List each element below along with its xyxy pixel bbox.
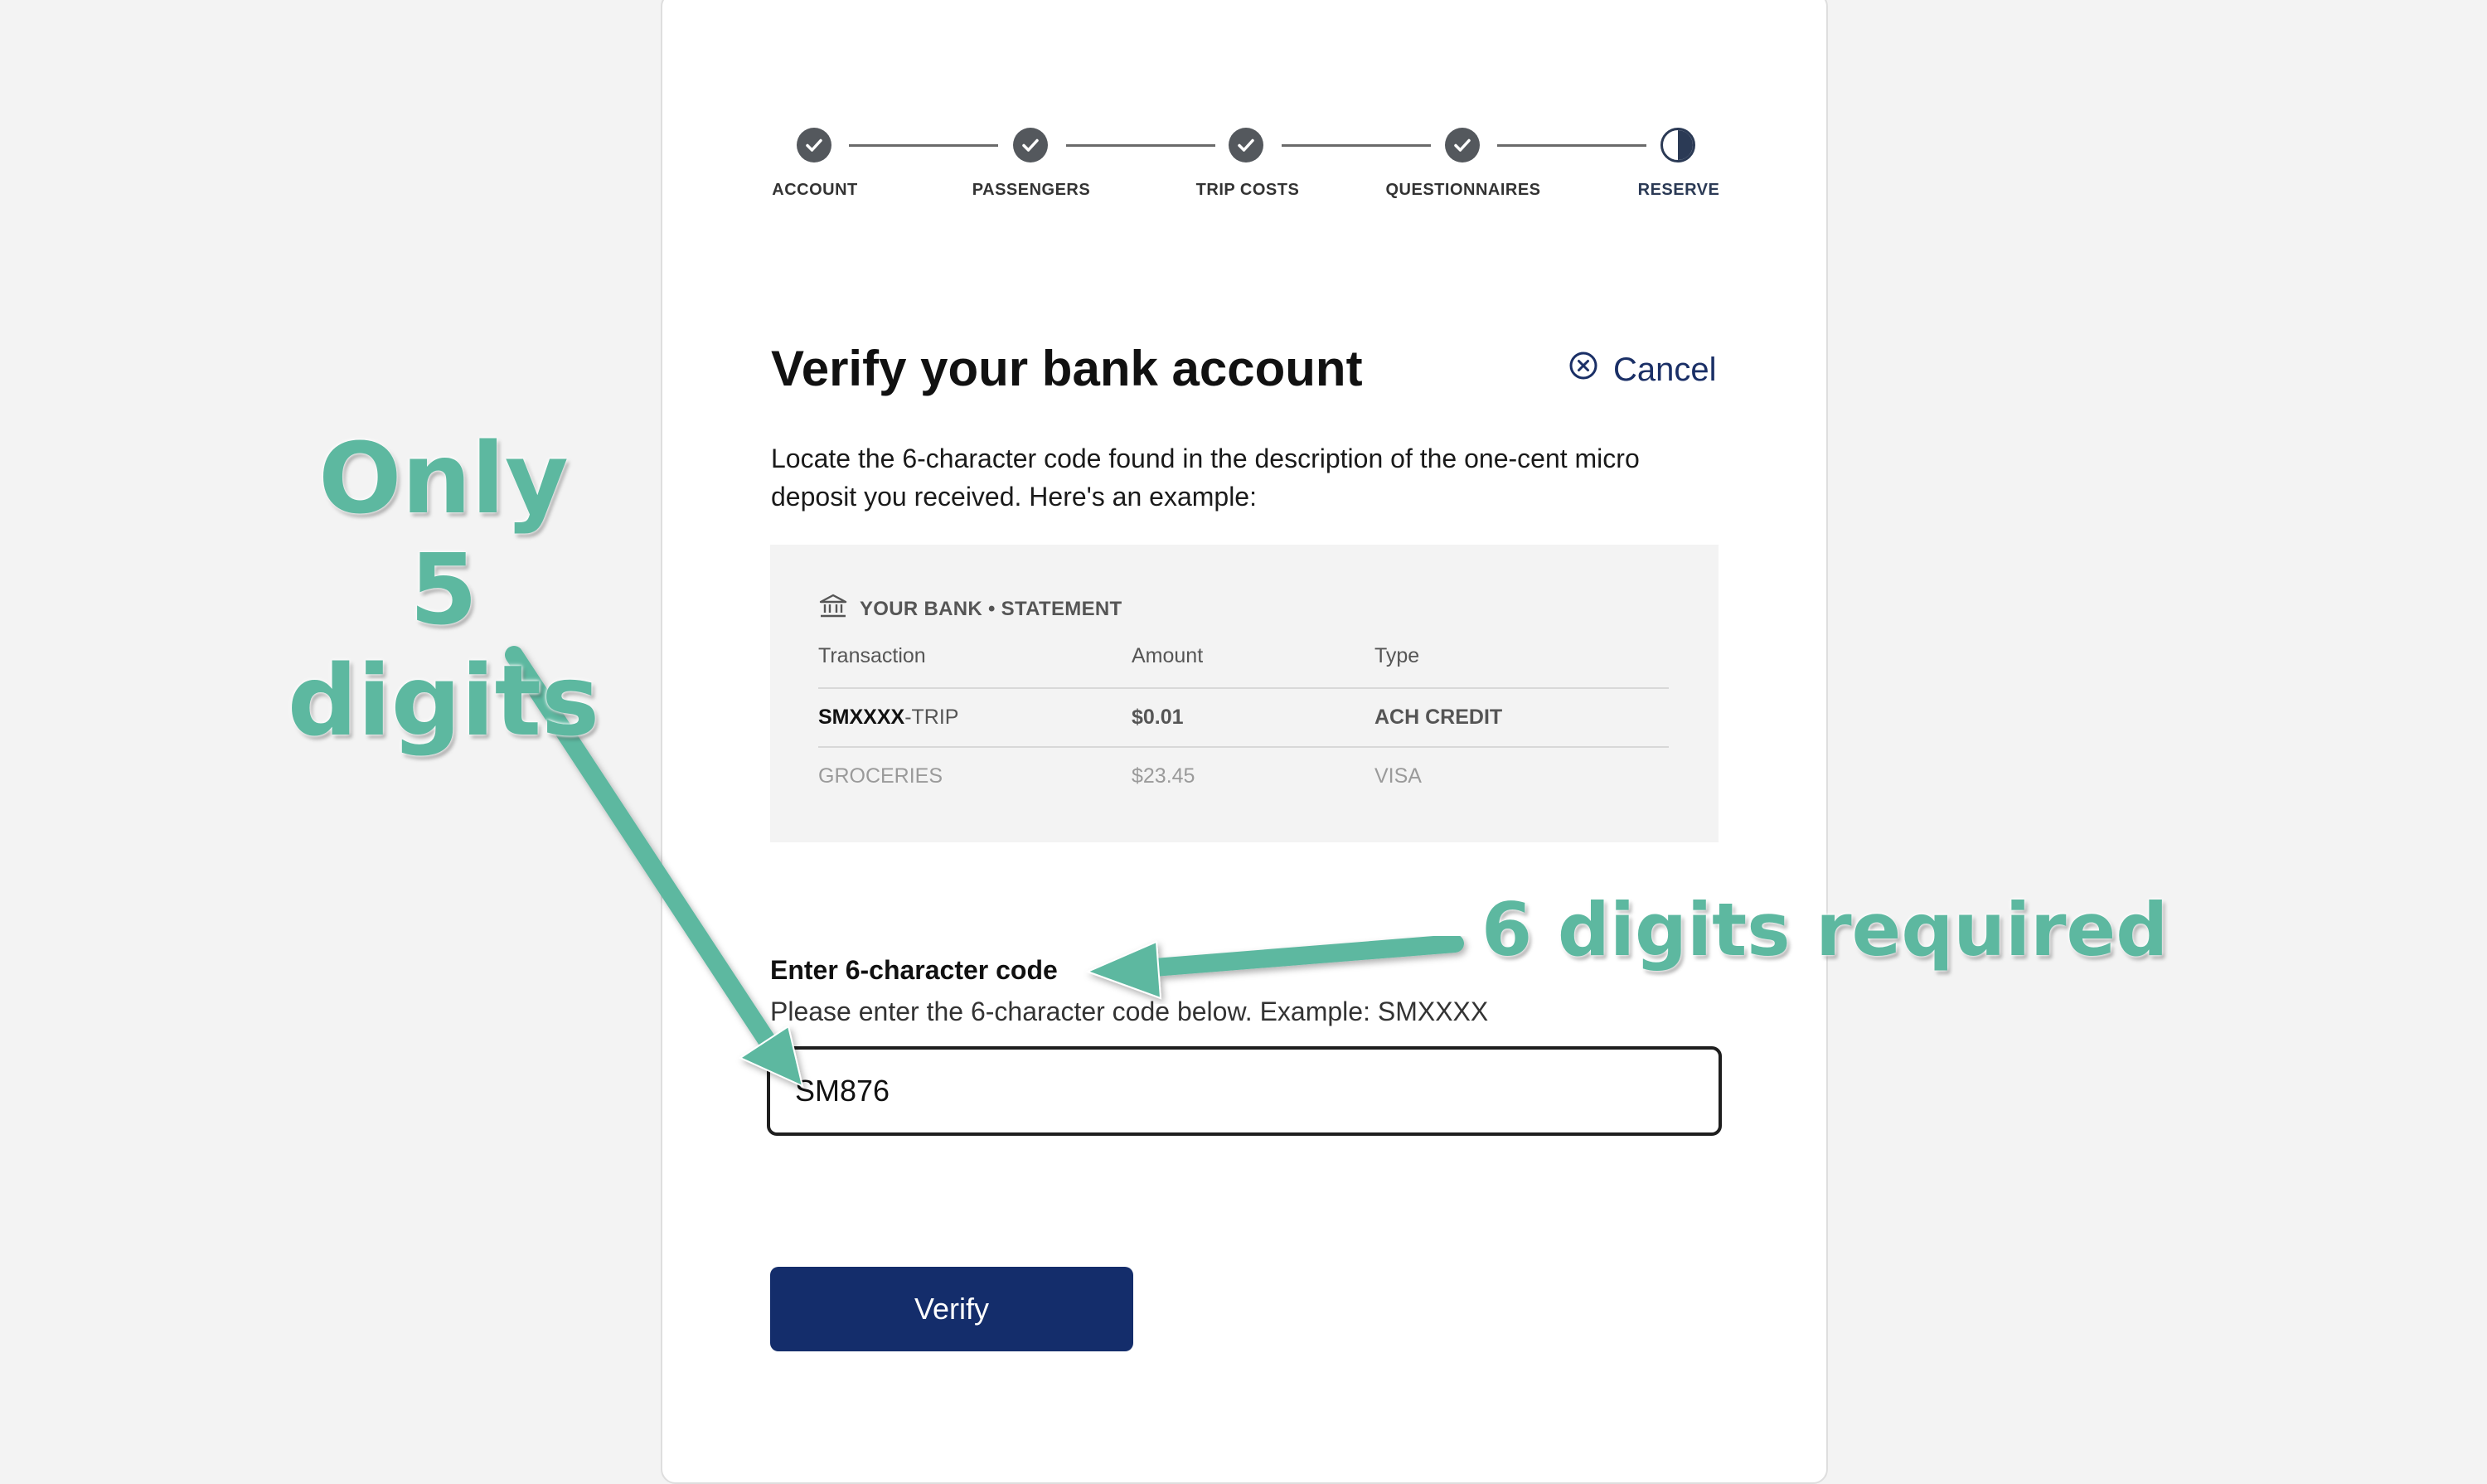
intro-text: Locate the 6-character code found in the… bbox=[771, 444, 1640, 512]
annotation-line-2: 5 digits bbox=[287, 532, 600, 758]
annotation-line-1: Only bbox=[318, 421, 569, 536]
type-cell: VISA bbox=[1374, 764, 1422, 788]
cancel-link[interactable]: Cancel bbox=[1568, 351, 1717, 389]
code-field-label: Enter 6-character code bbox=[770, 955, 1058, 985]
statement-heading-text: YOUR BANK • STATEMENT bbox=[860, 597, 1122, 620]
code-input[interactable] bbox=[767, 1046, 1722, 1136]
table-row: SMXXXX-TRIP $0.01 ACH CREDIT bbox=[818, 687, 1669, 746]
step-label-trip-costs: TRIP COSTS bbox=[1195, 181, 1300, 199]
progress-stepper: ACCOUNT PASSENGERS TRIP COSTS QUESTIONNA… bbox=[0, 0, 2487, 216]
table-header-row: Transaction Amount Type bbox=[818, 639, 1669, 687]
step-label-passengers: PASSENGERS bbox=[972, 181, 1091, 199]
step-label-reserve: RESERVE bbox=[1637, 181, 1720, 199]
bank-icon bbox=[818, 594, 848, 624]
example-statement: YOUR BANK • STATEMENT Transaction Amount… bbox=[770, 545, 1719, 842]
code-field-help: Please enter the 6-character code below.… bbox=[770, 997, 1489, 1026]
transaction-suffix: -TRIP bbox=[904, 706, 959, 729]
column-header-amount: Amount bbox=[1132, 644, 1204, 667]
step-connector bbox=[1282, 144, 1431, 147]
transaction-code: SMXXXX bbox=[818, 706, 905, 729]
column-header-transaction: Transaction bbox=[818, 644, 926, 667]
verify-button[interactable]: Verify bbox=[770, 1267, 1133, 1351]
step-connector bbox=[849, 144, 998, 147]
step-label-questionnaires: QUESTIONNAIRES bbox=[1385, 181, 1541, 199]
step-account-check-icon bbox=[797, 128, 831, 162]
transaction-cell: GROCERIES bbox=[818, 764, 943, 788]
circle-x-icon bbox=[1568, 351, 1598, 389]
column-header-type: Type bbox=[1374, 644, 1420, 667]
statement-heading: YOUR BANK • STATEMENT bbox=[818, 594, 1122, 624]
step-reserve-half-circle-icon bbox=[1660, 128, 1695, 162]
transaction-table: Transaction Amount Type SMXXXX-TRIP $0.0… bbox=[818, 639, 1669, 805]
table-row: GROCERIES $23.45 VISA bbox=[818, 746, 1669, 805]
step-label-account: ACCOUNT bbox=[772, 181, 858, 199]
step-connector bbox=[1066, 144, 1215, 147]
step-passengers-check-icon bbox=[1013, 128, 1048, 162]
transaction-cell: SMXXXX-TRIP bbox=[818, 706, 1132, 730]
step-trip-costs-check-icon bbox=[1229, 128, 1263, 162]
cancel-label: Cancel bbox=[1613, 351, 1717, 388]
annotation-6-digits-required: 6 digits required bbox=[1481, 887, 2169, 972]
type-cell: ACH CREDIT bbox=[1374, 706, 1503, 729]
amount-cell: $0.01 bbox=[1132, 706, 1184, 729]
annotation-only-5-digits: Only 5 digits bbox=[257, 423, 630, 756]
step-questionnaires-check-icon bbox=[1445, 128, 1480, 162]
step-connector bbox=[1497, 144, 1646, 147]
page-title: Verify your bank account bbox=[771, 341, 1363, 396]
amount-cell: $23.45 bbox=[1132, 764, 1195, 788]
